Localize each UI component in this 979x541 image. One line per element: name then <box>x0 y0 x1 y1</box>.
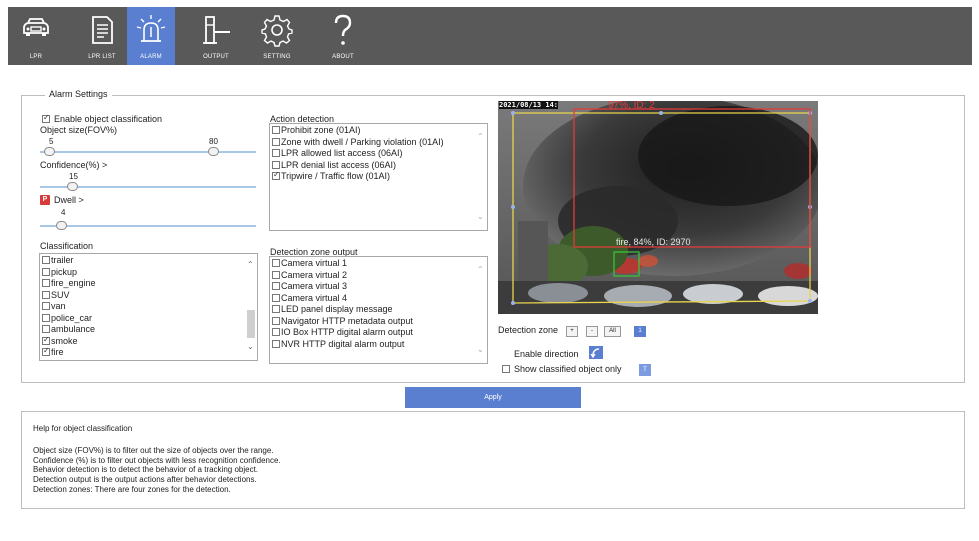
list-item-lpr-denial[interactable]: LPR denial list access (06AI) <box>272 160 396 171</box>
list-item-led-panel[interactable]: LED panel display message <box>272 304 393 315</box>
list-item-camera-virtual-2[interactable]: Camera virtual 2 <box>272 270 347 281</box>
list-item-van[interactable]: van <box>42 301 66 312</box>
object-size-max-handle[interactable] <box>208 147 219 156</box>
list-item-ambulance[interactable]: ambulance <box>42 324 95 335</box>
enable-direction-label: Enable direction <box>514 349 579 359</box>
gate-barrier-icon <box>203 16 230 44</box>
help-panel: Help for object classification Object si… <box>21 411 965 509</box>
object-size-min-handle[interactable] <box>44 147 55 156</box>
list-item-pickup[interactable]: pickup <box>42 267 77 278</box>
question-mark-icon <box>334 14 352 45</box>
list-item-zone-dwell[interactable]: Zone with dwell / Parking violation (01A… <box>272 137 444 148</box>
action-detection-list[interactable]: Prohibit zone (01AI) Zone with dwell / P… <box>269 123 488 231</box>
alarm-light-icon <box>136 15 166 42</box>
nav-item-lpr-list[interactable]: LPR LIST <box>80 7 124 65</box>
top-navbar: LPR LPR LIST ALARM OUTPUT SETTING ABOUT <box>8 7 972 65</box>
camera-preview[interactable]: 2021/08/13 14: 97%, ID: 2 fire, 84%, ID:… <box>498 101 818 314</box>
list-item-suv[interactable]: SUV <box>42 290 70 301</box>
nav-item-output[interactable]: OUTPUT <box>194 7 238 65</box>
help-title: Help for object classification <box>33 424 133 433</box>
object-size-slider[interactable] <box>40 151 256 153</box>
list-item-tripwire[interactable]: Tripwire / Traffic flow (01AI) <box>272 170 390 182</box>
list-item-lpr-allowed[interactable]: LPR allowed list access (06AI) <box>272 148 403 159</box>
scroll-up-arrow-icon[interactable]: ⌃ <box>247 260 254 269</box>
nav-item-setting[interactable]: SETTING <box>255 7 299 65</box>
list-document-icon <box>92 16 113 44</box>
list-item-navigator-http[interactable]: Navigator HTTP metadata output <box>272 316 413 327</box>
scroll-down-arrow-icon[interactable]: ⌄ <box>477 345 484 354</box>
nav-label: ABOUT <box>332 54 354 60</box>
scroll-down-arrow-icon[interactable]: ⌄ <box>247 342 254 351</box>
help-line: Detection zones: There are four zones fo… <box>33 485 231 494</box>
list-item-camera-virtual-4[interactable]: Camera virtual 4 <box>272 293 347 304</box>
scroll-down-arrow-icon[interactable]: ⌄ <box>477 212 484 221</box>
list-item-police-car[interactable]: police_car <box>42 313 92 324</box>
list-item-fire-engine[interactable]: fire_engine <box>42 278 96 289</box>
list-item-fire[interactable]: fire <box>42 346 64 358</box>
nav-item-lpr[interactable]: LPR <box>14 7 58 65</box>
list-item-trailer[interactable]: trailer <box>42 255 74 266</box>
dwell-value: 4 <box>61 208 66 217</box>
apply-button[interactable]: Apply <box>405 387 581 408</box>
help-line: Object size (FOV%) is to filter out the … <box>33 446 274 455</box>
zone-output-list[interactable]: Camera virtual 1 Camera virtual 2 Camera… <box>269 256 488 364</box>
dwell-slider[interactable] <box>40 225 256 227</box>
dwell-badge-icon: P <box>40 195 50 205</box>
list-item-camera-virtual-3[interactable]: Camera virtual 3 <box>272 281 347 292</box>
list-item-io-box-http[interactable]: IO Box HTTP digital alarm output <box>272 327 413 338</box>
alarm-settings-legend: Alarm Settings <box>45 89 112 99</box>
nav-label: LPR <box>29 54 43 60</box>
zone-1-button[interactable]: 1 <box>634 326 646 337</box>
list-item-camera-virtual-1[interactable]: Camera virtual 1 <box>272 258 347 269</box>
camera-scene-image <box>498 101 818 314</box>
list-item-smoke[interactable]: smoke <box>42 335 78 347</box>
video-timestamp: 2021/08/13 14: <box>499 101 559 109</box>
help-line: Detection output is the output actions a… <box>33 475 257 484</box>
object-size-max-value: 80 <box>209 137 218 146</box>
help-line: Confidence (%) is to filter out objects … <box>33 456 281 465</box>
object-size-min-value: 5 <box>49 137 54 146</box>
zone-remove-button[interactable]: - <box>586 326 598 337</box>
scroll-up-arrow-icon[interactable]: ⌃ <box>477 265 484 274</box>
show-classified-checkbox[interactable] <box>502 365 510 373</box>
confidence-handle[interactable] <box>67 182 78 191</box>
scroll-up-arrow-icon[interactable]: ⌃ <box>477 132 484 141</box>
nav-label: LPR LIST <box>88 54 116 60</box>
enable-classification-label: Enable object classification <box>54 114 163 124</box>
detection-zone-label: Detection zone <box>498 325 559 335</box>
dwell-label: Dwell > <box>54 195 84 205</box>
list-item-nvr-http[interactable]: NVR HTTP digital alarm output <box>272 339 404 350</box>
gear-icon <box>261 15 293 47</box>
show-classified-chip[interactable]: T <box>639 364 651 376</box>
nav-item-alarm[interactable]: ALARM <box>127 7 175 65</box>
fire-detection-label: fire, 84%, ID: 2970 <box>616 237 691 247</box>
scrollbar-thumb[interactable] <box>247 310 255 338</box>
smoke-detection-label: 97%, ID: 2 <box>608 101 655 111</box>
zone-add-button[interactable]: + <box>566 326 578 337</box>
classification-list[interactable]: trailer pickup fire_engine SUV van polic… <box>39 253 258 361</box>
nav-label: SETTING <box>263 54 291 60</box>
nav-label: ALARM <box>140 54 162 60</box>
help-line: Behavior detection is to detect the beha… <box>33 465 259 474</box>
zone-all-button[interactable]: All <box>604 326 621 337</box>
confidence-label: Confidence(%) > <box>40 160 108 170</box>
direction-toggle[interactable] <box>589 346 603 359</box>
confidence-value: 15 <box>69 172 78 181</box>
object-size-label: Object size(FOV%) <box>40 125 118 135</box>
list-item-prohibit-zone[interactable]: Prohibit zone (01AI) <box>272 125 361 136</box>
dwell-handle[interactable] <box>56 221 67 230</box>
classification-label: Classification <box>40 241 94 251</box>
nav-item-about[interactable]: ABOUT <box>321 7 365 65</box>
show-classified-label: Show classified object only <box>514 364 622 374</box>
nav-label: OUTPUT <box>203 54 229 60</box>
car-icon <box>23 18 49 36</box>
enable-classification-checkbox[interactable] <box>42 113 50 123</box>
direction-arrow-icon <box>590 348 600 359</box>
